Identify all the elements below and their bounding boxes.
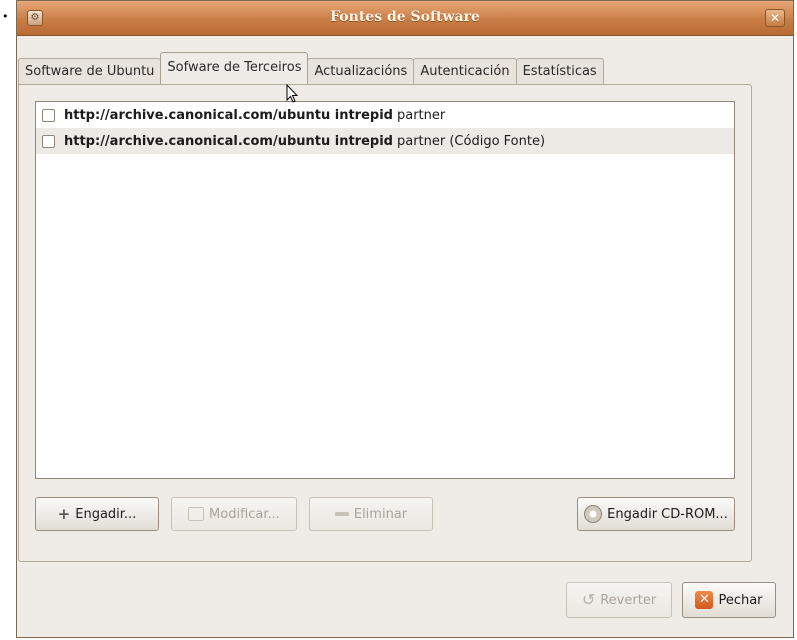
- plus-icon: +: [57, 504, 71, 523]
- source-uri: http://archive.canonical.com/ubuntu intr…: [64, 133, 393, 149]
- tab-estatisticas[interactable]: Estatísticas: [515, 58, 604, 84]
- add-button[interactable]: + Engadir...: [35, 497, 159, 531]
- revert-button-label: Reverter: [600, 592, 657, 608]
- source-component: partner: [396, 107, 446, 123]
- revert-icon: ↺: [581, 590, 596, 609]
- add-cdrom-button-label: Engadir CD-ROM...: [607, 506, 728, 522]
- add-cdrom-button[interactable]: Engadir CD-ROM...: [577, 497, 735, 531]
- close-icon: ✕: [695, 591, 714, 609]
- close-icon: ✕: [769, 11, 781, 25]
- title-bar[interactable]: ⚙ Fontes de Software ✕: [17, 1, 793, 36]
- tab-sofware-de-terceiros[interactable]: Sofware de Terceiros: [160, 52, 309, 84]
- close-button[interactable]: ✕ Pechar: [682, 582, 776, 618]
- tab-bar: Software de Ubuntu Sofware de Terceiros …: [18, 52, 604, 84]
- tab-autenticacion[interactable]: Autenticación: [413, 58, 517, 84]
- source-row[interactable]: http://archive.canonical.com/ubuntu intr…: [36, 102, 734, 128]
- source-enabled-checkbox[interactable]: [42, 108, 55, 122]
- source-row[interactable]: http://archive.canonical.com/ubuntu intr…: [36, 128, 734, 154]
- edit-icon: [188, 507, 205, 521]
- source-uri: http://archive.canonical.com/ubuntu intr…: [64, 107, 393, 123]
- edit-button-label: Modificar...: [209, 506, 280, 522]
- tab-panel-third-party: http://archive.canonical.com/ubuntu intr…: [18, 84, 752, 562]
- edit-button[interactable]: Modificar...: [171, 497, 297, 531]
- window-close-button[interactable]: ✕: [765, 9, 785, 27]
- source-enabled-checkbox[interactable]: [42, 134, 55, 148]
- close-button-label: Pechar: [718, 592, 763, 608]
- tab-software-de-ubuntu[interactable]: Software de Ubuntu: [18, 58, 162, 84]
- window-title: Fontes de Software: [330, 9, 480, 25]
- revert-button[interactable]: ↺ Reverter: [566, 582, 672, 618]
- remove-button-label: Eliminar: [353, 506, 408, 522]
- remove-button[interactable]: Eliminar: [309, 497, 433, 531]
- sources-list[interactable]: http://archive.canonical.com/ubuntu intr…: [35, 101, 735, 479]
- add-button-label: Engadir...: [75, 506, 137, 522]
- pointer-icon: [286, 84, 299, 103]
- list-bullet: •: [2, 10, 9, 23]
- cdrom-icon: [584, 505, 603, 523]
- source-component: partner (Código Fonte): [396, 133, 546, 149]
- remove-icon: [334, 512, 349, 516]
- tab-actualizacions[interactable]: Actualizacións: [307, 58, 415, 84]
